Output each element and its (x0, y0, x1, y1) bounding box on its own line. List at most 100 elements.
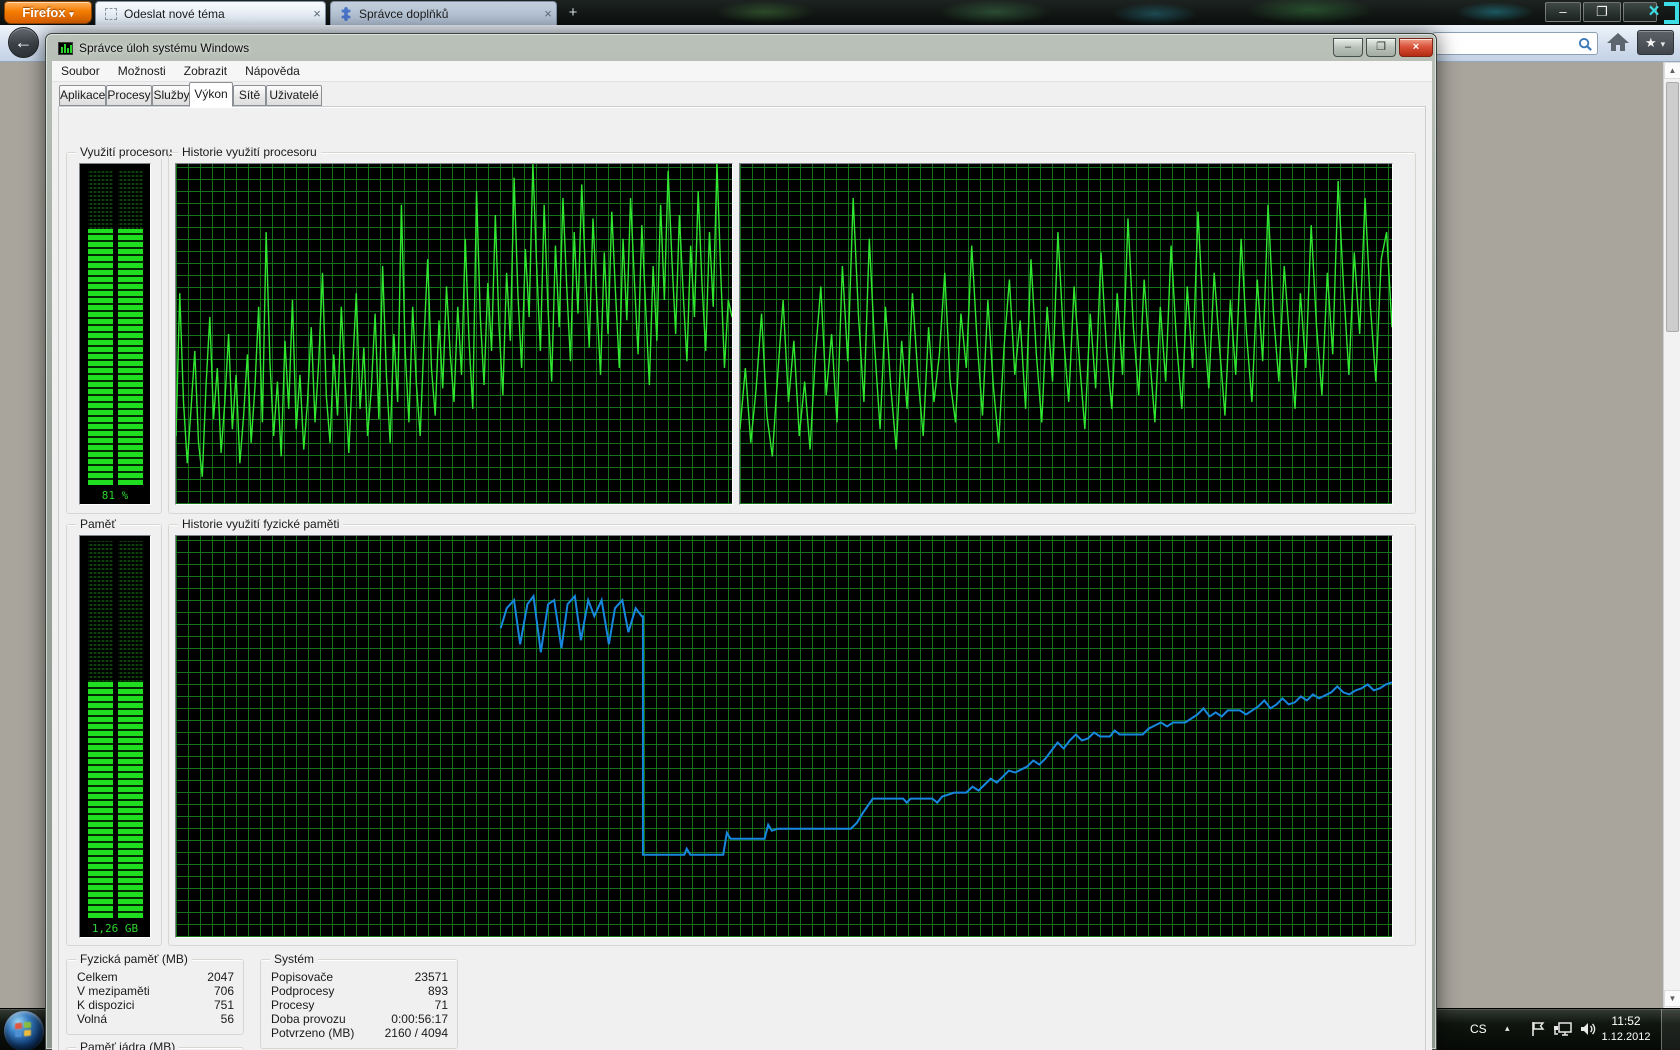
menu-bar: Soubor Možnosti Zobrazit Nápověda (52, 61, 1432, 82)
back-button[interactable]: ← (8, 27, 39, 58)
stat-value: 0:00:56:17 (391, 1012, 448, 1026)
tab-uzivatele[interactable]: Uživatelé (266, 85, 322, 106)
home-button[interactable] (1606, 31, 1632, 55)
stat-label: V mezipaměti (77, 984, 150, 998)
clock-date: 1.12.2012 (1601, 1031, 1651, 1043)
stat-value: 893 (427, 984, 448, 998)
minimize-button[interactable]: – (1333, 38, 1363, 57)
cpu-gauge-group: Využití procesoru 81 % (66, 145, 177, 514)
stat-value: 71 (434, 998, 448, 1012)
stat-value: 2160 / 4094 (384, 1026, 448, 1040)
kernel-memory-title: Paměť jádra (MB) (76, 1040, 180, 1050)
stat-label: Procesy (271, 998, 315, 1012)
task-manager-window: Správce úloh systému Windows – ❐ × Soubo… (45, 33, 1437, 1050)
performance-panel: Využití procesoru 81 % Historie využití … (58, 106, 1426, 1050)
show-desktop-button[interactable] (1661, 1009, 1680, 1050)
memory-history-group-title: Historie využití fyzické paměti (178, 517, 344, 531)
cpu-history-graph-core2 (739, 163, 1393, 505)
stat-label: Celkem (77, 970, 118, 984)
menu-soubor[interactable]: Soubor (52, 61, 109, 81)
stat-label: Popisovače (271, 970, 334, 984)
title-bar[interactable]: Správce úloh systému Windows (58, 40, 249, 56)
cpu-usage-value: 81 % (101, 489, 129, 502)
cpu-history-group: Historie využití procesoru (168, 145, 1416, 514)
cpu-history-graph-core1 (175, 163, 733, 505)
bookmarks-button[interactable]: ★ ▾ (1637, 30, 1674, 55)
desktop: Firefox ▾ Odeslat nové téma × Správce do… (0, 0, 1680, 1050)
windows-logo-icon (24, 1022, 31, 1028)
glitch-close-icon: × (1648, 1, 1660, 22)
search-input[interactable] (1437, 34, 1571, 53)
windows-logo-icon (24, 1029, 31, 1037)
tab-sluzby[interactable]: Služby (152, 85, 191, 106)
window-title: Správce úloh systému Windows (79, 41, 250, 55)
network-icon[interactable] (1553, 1020, 1573, 1041)
memory-history-group: Historie využití fyzické paměti (168, 517, 1416, 946)
memory-gauge-group: Paměť 1,26 GB (66, 517, 162, 946)
start-button[interactable] (4, 1011, 44, 1050)
windows-logo-icon (15, 1022, 22, 1030)
stat-label: Podprocesy (271, 984, 335, 998)
menu-moznosti[interactable]: Možnosti (109, 61, 175, 81)
close-button[interactable]: × (1399, 38, 1433, 57)
firefox-app-button[interactable]: Firefox ▾ (4, 1, 92, 24)
clock[interactable]: 11:52 1.12.2012 (1595, 1014, 1657, 1045)
stat-label: Doba provozu (271, 1012, 346, 1026)
cpu-history-group-title: Historie využití procesoru (178, 145, 321, 159)
puzzle-icon (341, 6, 351, 21)
windows-logo-icon (15, 1031, 22, 1037)
task-manager-icon (58, 41, 73, 55)
stat-label: K dispozici (77, 998, 135, 1012)
firefox-maximize-button[interactable]: ❐ (1583, 2, 1621, 22)
physical-memory-group: Fyzická paměť (MB) Celkem 2047 V mezipamě… (66, 952, 244, 1035)
stat-value: 56 (220, 1012, 234, 1026)
stat-value: 23571 (414, 970, 448, 984)
system-title: Systém (270, 952, 319, 966)
home-icon (1607, 33, 1629, 51)
show-hidden-icons-button[interactable]: ▴ (1505, 1023, 1510, 1034)
stat-value: 706 (213, 984, 234, 998)
glitch-artifact (1664, 2, 1679, 24)
tab-procesy[interactable]: Procesy (106, 85, 152, 106)
firefox-tab-strip: Firefox ▾ Odeslat nové téma × Správce do… (0, 0, 1680, 25)
memory-history-graph (175, 535, 1393, 938)
stat-label: Potvrzeno (MB) (271, 1026, 355, 1040)
star-icon: ★ (1645, 35, 1657, 50)
system-group: Systém Popisovače 23571 Podprocesy 893 Pro… (260, 952, 458, 1049)
browser-tab-addons[interactable]: Správce doplňků × (330, 1, 557, 25)
maximize-button[interactable]: ❐ (1366, 38, 1396, 57)
stat-value: 751 (213, 998, 234, 1012)
tab-aplikace[interactable]: Aplikace (59, 85, 106, 106)
memory-usage-value: 1,26 GB (91, 922, 139, 935)
scroll-up-button[interactable]: ▲ (1664, 62, 1680, 79)
stat-value: 2047 (207, 970, 234, 984)
new-tab-button[interactable]: + (561, 4, 585, 22)
scroll-down-button[interactable]: ▼ (1664, 990, 1680, 1007)
tab-vykon[interactable]: Výkon (189, 82, 233, 107)
physical-memory-title: Fyzická paměť (MB) (76, 952, 192, 966)
tab-close-icon[interactable]: × (540, 6, 556, 21)
cpu-gauge-group-title: Využití procesoru (76, 145, 177, 159)
client-area: Soubor Možnosti Zobrazit Nápověda Aplika… (52, 61, 1432, 1050)
action-center-flag-icon[interactable] (1529, 1020, 1547, 1041)
search-icon[interactable] (1578, 37, 1593, 52)
cpu-usage-gauge: 81 % (79, 163, 151, 505)
tab-site[interactable]: Sítě (233, 85, 266, 106)
menu-zobrazit[interactable]: Zobrazit (175, 61, 236, 81)
chevron-down-icon: ▾ (1660, 39, 1666, 49)
firefox-app-button-label: Firefox (22, 5, 66, 20)
tab-close-icon[interactable]: × (309, 6, 325, 21)
memory-usage-gauge: 1,26 GB (79, 535, 151, 938)
tab-label: Správce doplňků (359, 6, 449, 21)
favicon-placeholder-icon (105, 7, 117, 20)
language-indicator[interactable]: CS (1470, 1022, 1487, 1036)
scrollbar[interactable]: ▲ ▼ (1663, 62, 1680, 1008)
browser-tab-active[interactable]: Odeslat nové téma × (95, 1, 326, 25)
chevron-down-icon: ▾ (69, 9, 74, 19)
clock-time: 11:52 (1611, 1014, 1641, 1028)
menu-napoveda[interactable]: Nápověda (236, 61, 309, 81)
stat-label: Volná (77, 1012, 108, 1026)
search-box[interactable] (1432, 32, 1598, 55)
scroll-thumb[interactable] (1666, 82, 1679, 332)
firefox-minimize-button[interactable]: – (1545, 2, 1581, 22)
